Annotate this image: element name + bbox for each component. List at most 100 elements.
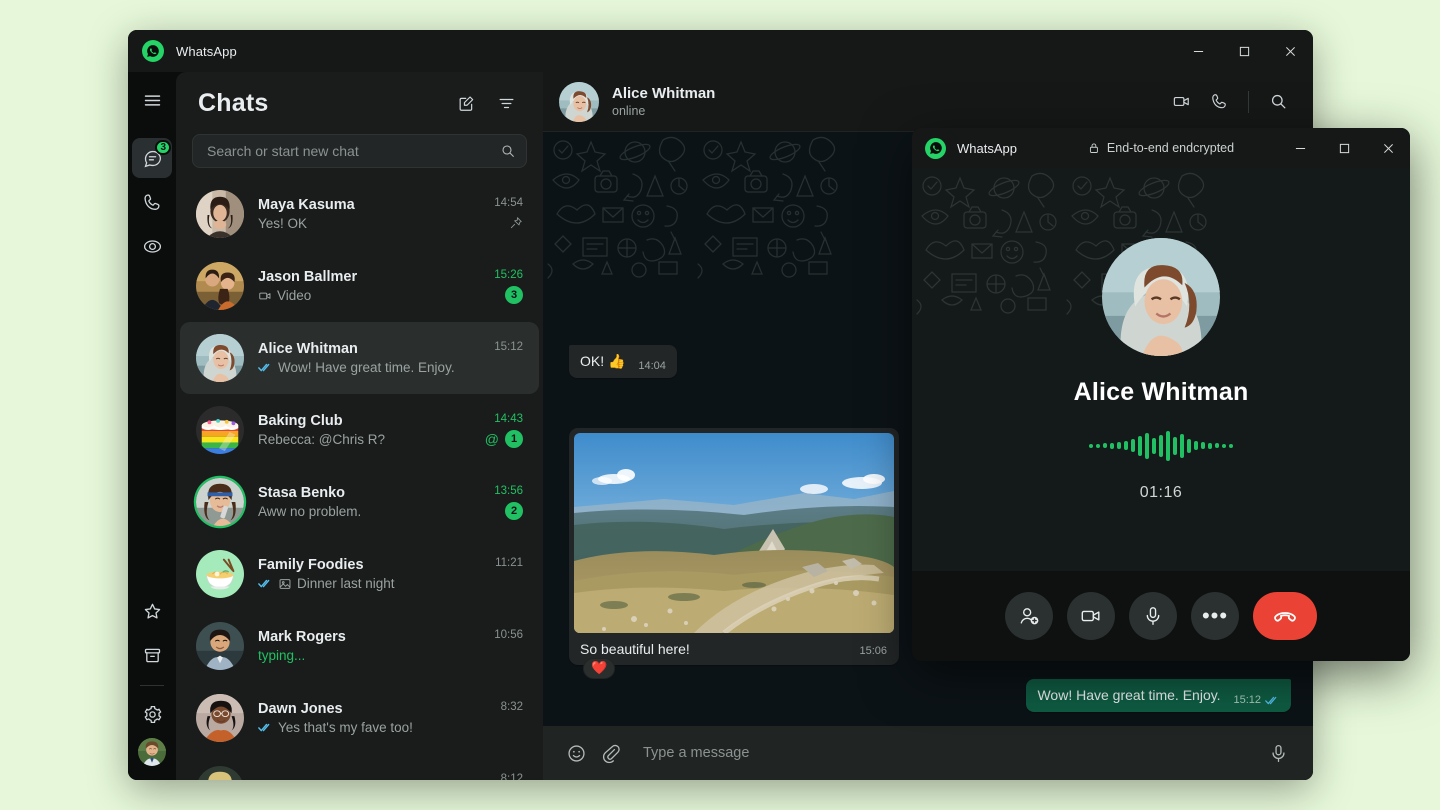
chat-avatar[interactable] xyxy=(196,262,244,310)
chat-avatar[interactable] xyxy=(196,766,244,780)
search-box[interactable] xyxy=(192,134,527,168)
chat-badges: 3 xyxy=(505,286,523,304)
chat-preview: Baking ClubRebecca: @Chris R? xyxy=(258,413,475,447)
waveform-bar xyxy=(1222,444,1226,448)
chat-list-item[interactable]: Baking ClubRebecca: @Chris R?14:43@1 xyxy=(180,394,539,466)
call-controls: ••• xyxy=(912,571,1410,661)
call-close-button[interactable] xyxy=(1366,128,1410,168)
call-contact-name: Alice Whitman xyxy=(1074,378,1249,407)
chat-list-item[interactable]: Dawn JonesYes that's my fave too!8:32 xyxy=(180,682,539,754)
read-receipt-icon xyxy=(258,362,273,373)
add-participant-button[interactable] xyxy=(1005,592,1053,640)
sidebar-item-status[interactable] xyxy=(132,226,172,266)
chat-message-text: typing... xyxy=(258,648,305,663)
message-reaction[interactable]: ❤️ xyxy=(583,658,615,678)
chat-avatar[interactable] xyxy=(196,406,244,454)
message-bubble-outgoing[interactable]: Wow! Have great time. Enjoy. 15:12 xyxy=(1026,679,1291,712)
chat-preview: Alice WhitmanWow! Have great time. Enjoy… xyxy=(258,341,484,375)
chat-list-item[interactable]: Maya KasumaYes! OK14:54 xyxy=(180,178,539,250)
minimize-button[interactable] xyxy=(1175,30,1221,72)
chat-timestamp: 11:21 xyxy=(495,557,523,569)
profile-avatar[interactable] xyxy=(138,738,166,766)
search-icon xyxy=(500,143,516,159)
message-bubble-image[interactable]: So beautiful here! 15:06 ❤️ xyxy=(569,428,899,665)
chat-message-text: Wow! Have great time. Enjoy. xyxy=(278,360,455,375)
chat-list[interactable]: Maya KasumaYes! OK14:54Jason BallmerVide… xyxy=(176,176,543,780)
chat-list-item[interactable]: Mark Rogerstyping...10:56 xyxy=(180,610,539,682)
chat-timestamp: 14:43 xyxy=(494,413,523,425)
contact-info[interactable]: Alice Whitman online xyxy=(612,85,715,118)
chat-name: Family Foodies xyxy=(258,557,485,573)
maximize-button[interactable] xyxy=(1221,30,1267,72)
waveform-bar xyxy=(1110,443,1114,449)
chat-avatar[interactable] xyxy=(196,478,244,526)
voice-call-icon[interactable] xyxy=(1202,85,1236,119)
chat-meta: 8:32 xyxy=(501,696,523,740)
filter-icon[interactable] xyxy=(489,86,523,120)
chat-timestamp: 15:12 xyxy=(494,341,523,353)
message-bubble-incoming[interactable]: OK! 👍 14:04 xyxy=(569,345,677,378)
waveform-bar xyxy=(1103,443,1107,448)
call-maximize-button[interactable] xyxy=(1322,128,1366,168)
chat-list-item[interactable]: Stasa BenkoAww no problem.13:562 xyxy=(180,466,539,538)
call-minimize-button[interactable] xyxy=(1278,128,1322,168)
waveform-bar xyxy=(1187,439,1191,453)
header-divider xyxy=(1248,91,1249,113)
search-chat-icon[interactable] xyxy=(1261,85,1295,119)
chat-meta: 14:43@1 xyxy=(485,408,523,452)
chat-avatar[interactable] xyxy=(196,694,244,742)
message-input[interactable] xyxy=(643,745,1261,761)
chats-unread-badge: 3 xyxy=(155,140,171,155)
waveform-bar xyxy=(1229,444,1233,448)
video-call-icon[interactable] xyxy=(1164,85,1198,119)
message-photo[interactable] xyxy=(574,433,894,633)
archived-chats-button[interactable] xyxy=(132,635,172,675)
video-message-icon xyxy=(258,289,272,303)
chat-avatar[interactable] xyxy=(196,190,244,238)
chat-avatar[interactable] xyxy=(196,622,244,670)
settings-button[interactable] xyxy=(132,694,172,734)
search-input[interactable] xyxy=(207,143,500,159)
unread-count-badge: 2 xyxy=(505,502,523,520)
microphone-icon[interactable] xyxy=(1261,736,1295,770)
contact-name: Alice Whitman xyxy=(612,85,715,102)
chat-timestamp: 15:26 xyxy=(494,269,523,281)
conversation-header: Alice Whitman online xyxy=(543,72,1313,132)
chat-list-actions xyxy=(449,86,523,120)
chat-meta: 14:54 xyxy=(494,192,523,236)
chat-list-item[interactable]: Alice WhitmanWow! Have great time. Enjoy… xyxy=(180,322,539,394)
chat-list-item[interactable]: Family FoodiesDinner last night11:21 xyxy=(180,538,539,610)
more-options-button[interactable]: ••• xyxy=(1191,592,1239,640)
mention-icon: @ xyxy=(485,432,499,446)
photo-message-icon xyxy=(278,577,292,591)
emoji-icon[interactable] xyxy=(559,736,593,770)
chat-list-item[interactable]: Jason BallmerVideo15:263 xyxy=(180,250,539,322)
window-controls xyxy=(1175,30,1313,72)
sidebar-item-chats[interactable]: 3 xyxy=(132,138,172,178)
toggle-video-button[interactable] xyxy=(1067,592,1115,640)
end-call-button[interactable] xyxy=(1253,592,1317,640)
search-container xyxy=(176,134,543,176)
attach-icon[interactable] xyxy=(593,736,627,770)
chat-avatar[interactable] xyxy=(196,334,244,382)
window-titlebar: WhatsApp xyxy=(128,30,1313,72)
menu-button[interactable] xyxy=(132,80,172,120)
chat-name: Maya Kasuma xyxy=(258,197,484,213)
mute-button[interactable] xyxy=(1129,592,1177,640)
compose-icon[interactable] xyxy=(449,86,483,120)
waveform-bar xyxy=(1124,441,1128,450)
sidebar-item-calls[interactable] xyxy=(132,182,172,222)
call-contact-avatar xyxy=(1102,238,1220,356)
close-button[interactable] xyxy=(1267,30,1313,72)
starred-messages-button[interactable] xyxy=(132,591,172,631)
chat-timestamp: 8:12 xyxy=(501,773,523,781)
contact-avatar[interactable] xyxy=(559,82,599,122)
nav-divider xyxy=(140,685,164,686)
chat-avatar[interactable] xyxy=(196,550,244,598)
unread-count-badge: 3 xyxy=(505,286,523,304)
waveform-bar xyxy=(1131,439,1135,452)
call-info: Alice Whitman 01:16 xyxy=(1074,238,1249,502)
chat-list-item[interactable]: Ziggy Woodley8:12 xyxy=(180,754,539,780)
page-title: Chats xyxy=(198,89,268,118)
chat-last-message: Rebecca: @Chris R? xyxy=(258,432,475,447)
